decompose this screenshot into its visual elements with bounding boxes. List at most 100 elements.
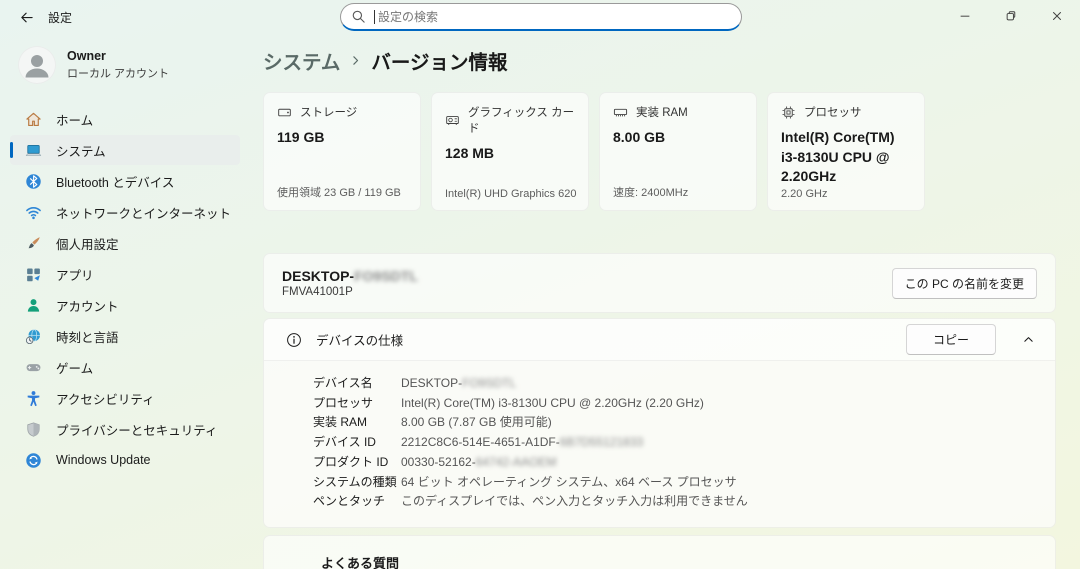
card-label: ストレージ [300,107,358,119]
sidebar-item-label: システム [56,144,106,159]
sidebar-item-windows-update[interactable]: Windows Update [10,445,240,475]
sidebar-item-label: アクセシビリティ [56,392,155,407]
sidebar-item-gaming[interactable]: ゲーム [10,352,240,382]
user-account-type: ローカル アカウント [67,68,170,80]
sidebar-item-bluetooth-devices[interactable]: Bluetooth とデバイス [10,166,240,196]
spec-row-device-name: デバイス名 DESKTOP-FO9SDTL [313,376,517,390]
sidebar-item-time-language[interactable]: 時刻と言語 [10,321,240,351]
rename-pc-button[interactable]: この PC の名前を変更 [891,267,1037,299]
sidebar-item-privacy-security[interactable]: プライバシーとセキュリティ [10,414,240,444]
user-account[interactable]: Owner ローカル アカウント [0,34,250,90]
privacy-icon [25,421,42,438]
home-icon [25,111,42,128]
card-footer: 使用領域 23 GB / 119 GB [277,187,401,199]
sidebar-item-network-internet[interactable]: ネットワークとインターネット [10,197,240,227]
breadcrumb-system[interactable]: システム [263,46,340,75]
redacted-text: FO9SDTL [462,376,517,390]
storage-card: ストレージ 119 GB 使用領域 23 GB / 119 GB [263,92,421,211]
card-footer: Intel(R) UHD Graphics 620 [445,188,577,200]
minimize-button[interactable] [942,0,988,32]
device-name: DESKTOP-FO9SDTL [282,268,418,284]
user-name: Owner [67,49,106,63]
page-title: バージョン情報 [371,52,508,74]
minimize-icon [960,15,970,17]
search-input[interactable] [378,9,731,24]
copy-button[interactable]: コピー [905,324,996,355]
device-specs-header[interactable]: デバイスの仕様 コピー [264,319,1055,361]
sidebar-item-personalization[interactable]: 個人用設定 [10,228,240,258]
card-footer: 2.20 GHz [781,188,828,200]
breadcrumb-chevron-icon [349,54,362,67]
search-icon [351,9,366,24]
card-value: 119 GB [277,129,325,145]
titlebar: 設定 [0,0,1080,34]
graphics-card-card: グラフィックス カード 128 MB Intel(R) UHD Graphics… [431,92,589,211]
spec-summary-cards: ストレージ 119 GB 使用領域 23 GB / 119 GB グラフィックス… [263,92,1056,211]
redacted-text: 64742-AAOEM [475,454,557,469]
faq-title: よくある質問 [321,555,400,569]
text-cursor [374,9,375,24]
gaming-icon [25,359,42,376]
personalization-icon [25,235,42,252]
spec-row-processor: プロセッサ Intel(R) Core(TM) i3-8130U CPU @ 2… [313,395,704,410]
card-value: 128 MB [445,145,495,161]
device-specs-panel: デバイスの仕様 コピー デバイス名 DESKTOP-FO9SDTL プロセッサ … [263,318,1056,528]
sidebar-item-system[interactable]: システム [10,135,240,165]
storage-icon [277,105,292,120]
app-title: 設定 [48,10,73,25]
card-label: グラフィックス カード [468,107,575,135]
sidebar-item-apps[interactable]: アプリ [10,259,240,289]
device-specs-body: デバイス名 DESKTOP-FO9SDTL プロセッサ Intel(R) Cor… [264,361,1055,527]
sidebar-item-label: プライバシーとセキュリティ [56,423,218,438]
sidebar-item-label: アプリ [56,268,94,283]
close-icon [1053,12,1061,20]
accounts-icon [25,297,42,314]
device-specs-title: デバイスの仕様 [316,334,404,348]
breadcrumb: システム バージョン情報 [263,46,1056,75]
sidebar-item-accessibility[interactable]: アクセシビリティ [10,383,240,413]
network-icon [25,204,42,221]
sidebar: Owner ローカル アカウント ホーム システム Bluetooth とデバイ… [0,34,250,569]
ram-icon [613,105,628,120]
collapse-button[interactable] [1018,329,1039,350]
redacted-text: 6B7D55121833 [559,435,644,450]
card-label: プロセッサ [804,107,862,119]
sidebar-item-label: アカウント [56,299,119,314]
restore-button[interactable] [988,0,1034,32]
back-arrow-icon [19,10,34,25]
faq-expander[interactable]: よくある質問 [263,534,1056,569]
time-language-icon [25,328,42,345]
window-controls [942,0,1080,32]
back-button[interactable] [10,3,42,31]
spec-row-system-type: システムの種類 64 ビット オペレーティング システム、x64 ベース プロセ… [313,474,737,489]
main-content: システム バージョン情報 ストレージ 119 GB 使用領域 23 GB / 1… [263,34,1056,569]
device-name-redacted: FO9SDTL [354,268,418,284]
device-model: FMVA41001P [282,286,353,298]
sidebar-item-home[interactable]: ホーム [10,104,240,134]
sidebar-item-label: 時刻と言語 [56,330,119,345]
sidebar-item-label: ネットワークとインターネット [56,206,232,221]
spec-row-product-id: プロダクト ID 00330-52162-64742-AAOEM [313,454,557,469]
chevron-up-icon [1024,337,1033,342]
avatar [18,46,56,84]
installed-ram-card: 実装 RAM 8.00 GB 速度: 2400MHz [599,92,757,211]
sidebar-item-accounts[interactable]: アカウント [10,290,240,320]
card-footer: 速度: 2400MHz [613,187,689,199]
info-icon [286,332,302,348]
restore-icon [1006,11,1016,21]
sidebar-item-label: ホーム [56,113,94,128]
bluetooth-icon [25,173,42,190]
accessibility-icon [25,390,42,407]
close-button[interactable] [1034,0,1080,32]
search-box[interactable] [340,3,742,31]
card-value: Intel(R) Core(TM) i3-8130U CPU @ 2.20GHz [781,129,895,185]
sidebar-item-label: Windows Update [56,453,151,467]
spec-row-ram: 実装 RAM 8.00 GB (7.87 GB 使用可能) [313,415,552,430]
apps-icon [25,266,42,283]
sidebar-nav: ホーム システム Bluetooth とデバイス ネットワークとインターネット … [0,104,250,475]
sidebar-item-label: ゲーム [56,361,94,376]
spec-row-pen-touch: ペンとタッチ このディスプレイでは、ペン入力とタッチ入力は利用できません [313,494,748,509]
system-icon [25,142,42,159]
sidebar-item-label: 個人用設定 [56,237,119,252]
gpu-icon [445,113,460,128]
